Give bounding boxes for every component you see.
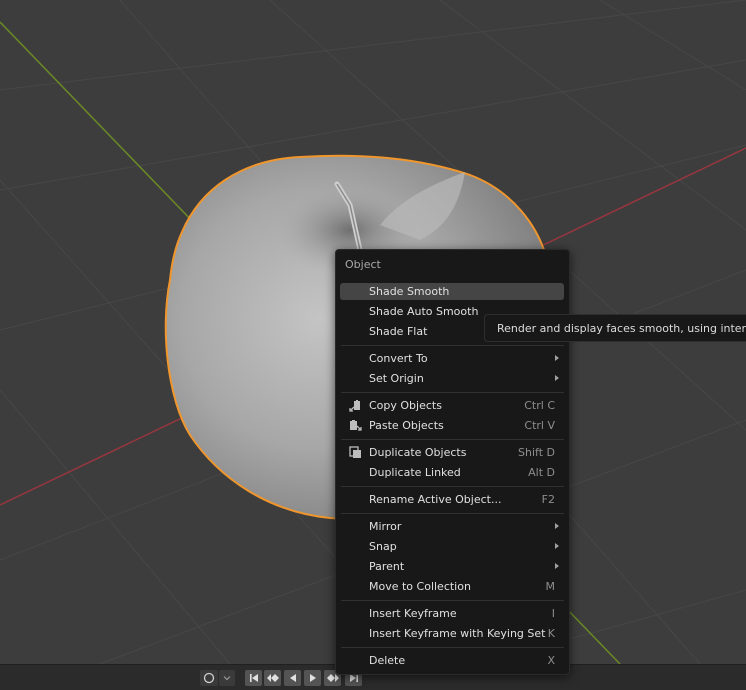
submenu-arrow-icon [555, 543, 559, 549]
menu-item-duplicate-objects[interactable]: Duplicate Objects Shift D [340, 444, 564, 461]
submenu-arrow-icon [555, 355, 559, 361]
menu-item-label: Duplicate Linked [369, 466, 461, 479]
menu-item-label: Copy Objects [369, 399, 442, 412]
shortcut-label: Ctrl V [524, 419, 555, 432]
menu-item-delete[interactable]: Delete X [340, 652, 564, 669]
menu-item-label: Parent [369, 560, 405, 573]
menu-item-mirror[interactable]: Mirror [340, 518, 564, 535]
menu-title: Object [345, 258, 381, 271]
menu-item-convert-to[interactable]: Convert To [340, 350, 564, 367]
shortcut-label: F2 [541, 493, 555, 506]
menu-item-insert-keyframe[interactable]: Insert Keyframe I [340, 605, 564, 622]
menu-item-label: Rename Active Object... [369, 493, 502, 506]
menu-item-label: Snap [369, 540, 397, 553]
duplicate-icon [349, 446, 361, 458]
menu-item-label: Delete [369, 654, 406, 667]
menu-item-set-origin[interactable]: Set Origin [340, 370, 564, 387]
dropdown-icon[interactable] [219, 670, 235, 686]
shortcut-label: I [551, 607, 555, 620]
menu-item-duplicate-linked[interactable]: Duplicate Linked Alt D [340, 464, 564, 481]
menu-item-label: Duplicate Objects [369, 446, 467, 459]
shortcut-label: Ctrl C [524, 399, 555, 412]
menu-item-parent[interactable]: Parent [340, 558, 564, 575]
shortcut-label: Shift D [518, 446, 555, 459]
tooltip: Render and display faces smooth, using i… [484, 314, 746, 342]
menu-item-paste-objects[interactable]: Paste Objects Ctrl V [340, 417, 564, 434]
menu-separator [341, 600, 564, 601]
menu-item-label: Shade Flat [369, 325, 428, 338]
play-reverse-icon[interactable] [284, 670, 301, 686]
menu-item-label: Paste Objects [369, 419, 444, 432]
shortcut-label: K [547, 627, 555, 640]
copy-icon [349, 400, 360, 412]
shortcut-label: X [547, 654, 555, 667]
menu-item-snap[interactable]: Snap [340, 538, 564, 555]
menu-item-copy-objects[interactable]: Copy Objects Ctrl C [340, 397, 564, 414]
menu-separator [341, 345, 564, 346]
menu-separator [341, 513, 564, 514]
menu-item-label: Insert Keyframe [369, 607, 457, 620]
submenu-arrow-icon [555, 563, 559, 569]
menu-item-label: Shade Auto Smooth [369, 305, 479, 318]
play-icon[interactable] [304, 670, 321, 686]
paste-icon [350, 420, 362, 431]
menu-item-move-to-collection[interactable]: Move to Collection M [340, 578, 564, 595]
tooltip-text: Render and display faces smooth, using i… [497, 322, 746, 335]
menu-separator [341, 647, 564, 648]
jump-start-icon[interactable] [245, 670, 262, 686]
prev-keyframe-icon[interactable] [264, 670, 281, 686]
menu-item-label: Set Origin [369, 372, 424, 385]
record-icon[interactable] [200, 670, 218, 686]
menu-separator [341, 392, 564, 393]
submenu-arrow-icon [555, 523, 559, 529]
menu-item-label: Convert To [369, 352, 428, 365]
submenu-arrow-icon [555, 375, 559, 381]
shortcut-label: Alt D [528, 466, 555, 479]
menu-item-label: Mirror [369, 520, 402, 533]
menu-item-insert-keyframe-keying-set[interactable]: Insert Keyframe with Keying Set K [340, 625, 564, 642]
menu-separator [341, 439, 564, 440]
menu-item-shade-smooth[interactable]: Shade Smooth [340, 283, 564, 300]
menu-item-label: Shade Smooth [369, 285, 450, 298]
object-context-menu: Object Shade Smooth Shade Auto Smooth Sh… [335, 249, 570, 675]
menu-item-rename-active-object[interactable]: Rename Active Object... F2 [340, 491, 564, 508]
shortcut-label: M [545, 580, 556, 593]
menu-separator [341, 486, 564, 487]
menu-item-label: Insert Keyframe with Keying Set [369, 627, 546, 640]
menu-item-label: Move to Collection [369, 580, 471, 593]
